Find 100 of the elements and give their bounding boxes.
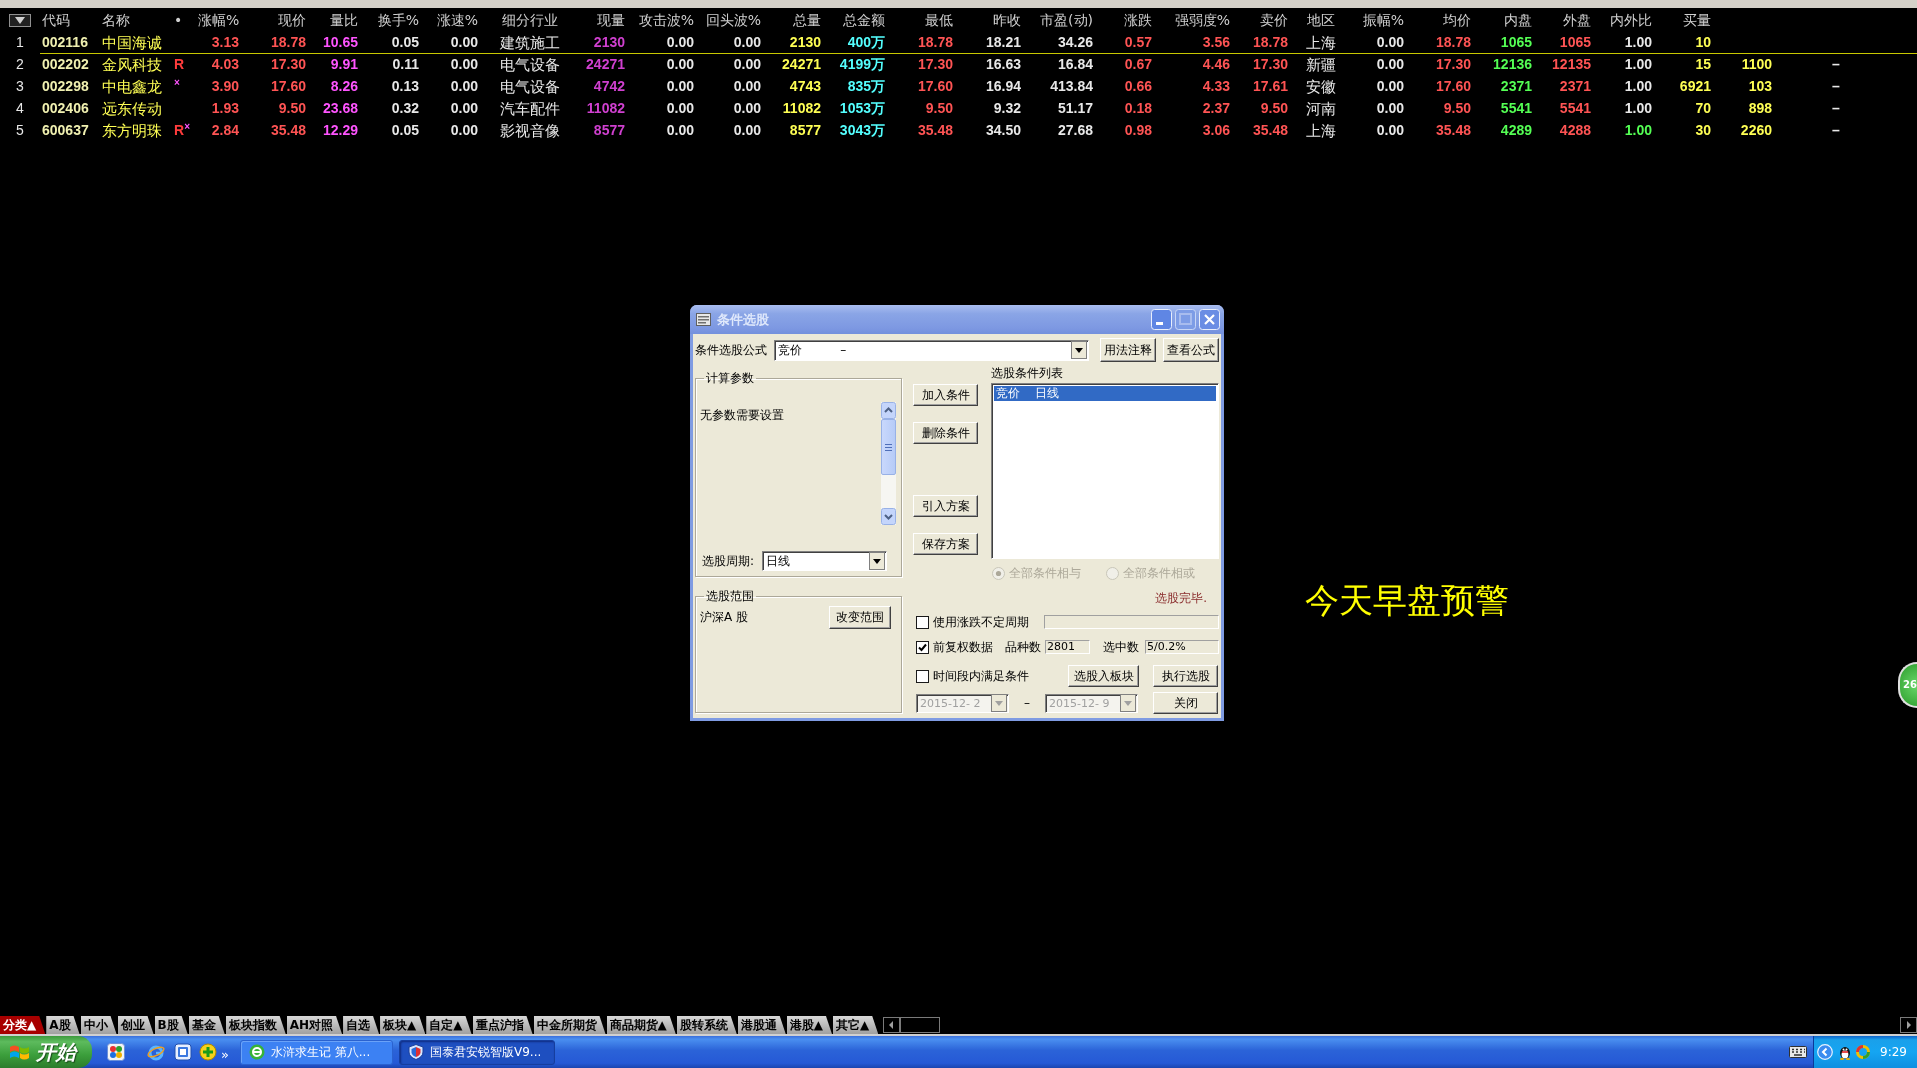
category-tab[interactable]: 自选	[343, 1016, 380, 1034]
dialog-button[interactable]: 引入方案	[913, 495, 978, 517]
scroll-up-button[interactable]	[881, 402, 896, 419]
column-header[interactable]: 量比	[308, 8, 360, 32]
column-header[interactable]: 强弱度%	[1154, 8, 1232, 32]
column-header[interactable]: 昨收	[955, 8, 1023, 32]
column-header[interactable]: 卖价	[1232, 8, 1290, 32]
category-tab[interactable]: B股	[154, 1016, 188, 1034]
column-header[interactable]: 名称	[100, 8, 172, 32]
more-button[interactable]: »	[221, 1047, 229, 1062]
column-header[interactable]: 回头波%	[696, 8, 763, 32]
category-tab[interactable]: 商品期货▲	[606, 1016, 676, 1034]
column-header[interactable]: 现量	[580, 8, 627, 32]
count-field: 2801	[1045, 640, 1090, 654]
list-label: 选股条件列表	[991, 366, 1064, 382]
table-row[interactable]: 3 002298 中电鑫龙 $^{×}$ 3.90 17.60 8.26 0.13 0.00 电气设备 4742 0.00 0.00 4743 835万 17.60 16.94 413.84 0.66 4.33 17.61 安徽 0.00 17.60 2371 2371 1.00 6921 103 –	[0, 76, 1917, 98]
dialog-button[interactable]: 改变范围	[829, 605, 891, 629]
column-header[interactable]: 地区	[1290, 8, 1352, 32]
ring-orbit-icon[interactable]	[147, 1043, 165, 1061]
scroll-down-button[interactable]	[881, 508, 896, 525]
scroll-left-button[interactable]	[883, 1017, 901, 1033]
period-combo[interactable]: 日线	[762, 551, 887, 571]
column-header[interactable]: 总量	[763, 8, 823, 32]
category-tab[interactable]: 分类▲	[0, 1016, 46, 1034]
table-cell-text: 12.29	[321, 121, 359, 140]
column-header[interactable]: 换手%	[360, 8, 421, 32]
column-header[interactable]: 攻击波%	[627, 8, 696, 32]
table-row[interactable]: 4 002406 远东传动 1.93 9.50 23.68 0.32 0.00 汽车配件 11082 0.00 0.00 11082 1053万 9.50 9.32 51.17 0.18 2.37 9.50 河南 0.00 9.50 5541 5541 1.00 70 898 –	[0, 98, 1917, 120]
column-header[interactable]: 振幅%	[1352, 8, 1406, 32]
table-row[interactable]: 2 002202 金风科技 R 4.03 17.30 9.91 0.11 0.00 电气设备 24271 0.00 0.00 24271 4199万 17.30 16.63 16.84 0.67 4.46 17.30 新疆 0.00 17.30 12136 12135 1.00 15 1100 –	[0, 54, 1917, 76]
table-cell-text: 103	[1747, 77, 1773, 96]
window-tile-icon[interactable]	[174, 1043, 192, 1061]
dialog-button[interactable]: 执行选股	[1153, 665, 1218, 687]
dialog-button[interactable]: 保存方案	[913, 533, 978, 555]
category-tab[interactable]: 港股▲	[786, 1016, 832, 1034]
table-cell-text: 413.84	[1049, 77, 1094, 96]
column-header[interactable]: 涨跌	[1095, 8, 1154, 32]
taskbar-button[interactable]: 国泰君安锐智版V9...	[398, 1039, 555, 1065]
dialog-button[interactable]: 加入条件	[913, 384, 978, 406]
column-header[interactable]: 总金额	[823, 8, 887, 32]
period-days-field[interactable]	[1044, 615, 1219, 629]
table-cell-text: 0.00	[449, 33, 479, 52]
colored-dots-icon[interactable]	[107, 1043, 125, 1061]
category-tab[interactable]: 创业	[117, 1016, 154, 1034]
category-tab[interactable]: A股	[46, 1016, 80, 1034]
category-tab[interactable]: 自定▲	[426, 1016, 472, 1034]
dialog-button[interactable]: 查看公式	[1163, 338, 1219, 362]
column-header[interactable]: 代码	[40, 8, 100, 32]
scrollbar-thumb[interactable]	[881, 419, 896, 475]
category-tab[interactable]: 股转系统	[676, 1016, 737, 1034]
clock-text: 9:29	[1880, 1045, 1907, 1059]
dialog-button[interactable]: 删除条件	[913, 422, 978, 444]
column-header[interactable]: 内外比	[1593, 8, 1654, 32]
plus-circle-icon[interactable]	[199, 1043, 217, 1061]
column-header[interactable]: 内盘	[1473, 8, 1534, 32]
column-menu-button[interactable]	[9, 13, 31, 27]
list-item[interactable]: 竞价 日线	[994, 386, 1216, 401]
table-row[interactable]: 5 600637 东方明珠 R$^{×}$ 2.84 35.48 12.29 0.05 0.00 影视音像 8577 0.00 0.00 8577 3043万 35.48 34.50 27.68 0.98 3.06 35.48 上海 0.00 35.48 4289 4288 1.00 30 2260 –	[0, 120, 1917, 142]
scroll-right-button[interactable]	[1900, 1017, 1917, 1033]
minimize-button[interactable]	[1151, 309, 1172, 330]
column-header[interactable]: 涨速%	[421, 8, 480, 32]
column-header[interactable]: 市盈(动)	[1023, 8, 1095, 32]
table-cell-text: 18.21	[984, 33, 1022, 52]
column-header[interactable]: 最低	[887, 8, 955, 32]
table-cell-text: 8577	[592, 121, 626, 140]
table-cell-text: 1100	[1740, 55, 1773, 74]
table-cell-text: 70	[1694, 99, 1712, 118]
dialog-button[interactable]: 关闭	[1153, 692, 1218, 714]
dialog-button[interactable]: 选股入板块	[1068, 665, 1139, 687]
checkbox[interactable]	[916, 640, 929, 654]
category-tab[interactable]: 重点沪指	[472, 1016, 533, 1034]
column-header[interactable]: 涨幅%	[196, 8, 241, 32]
column-header[interactable]: 外盘	[1534, 8, 1593, 32]
category-tab[interactable]: 港股通	[737, 1016, 786, 1034]
column-header[interactable]: 均价	[1406, 8, 1473, 32]
close-button[interactable]	[1199, 309, 1220, 330]
category-tab[interactable]: 中小	[80, 1016, 117, 1034]
category-tab[interactable]: 板块▲	[380, 1016, 426, 1034]
checkbox[interactable]	[916, 669, 929, 683]
penguin-icon[interactable]	[1837, 1044, 1853, 1060]
category-tab[interactable]: 其它▲	[832, 1016, 879, 1034]
category-tab[interactable]: 基金	[188, 1016, 225, 1034]
column-header[interactable]: •	[172, 8, 196, 32]
category-tab[interactable]: AH对照	[286, 1016, 343, 1034]
scrollbar-thumb[interactable]	[900, 1017, 941, 1033]
scrollbar-track[interactable]	[881, 402, 896, 525]
checkbox[interactable]	[916, 615, 929, 629]
formula-combo[interactable]: 竞价 –	[774, 339, 1089, 361]
category-tab[interactable]: 板块指数	[225, 1016, 286, 1034]
taskbar-button[interactable]: 水浒求生记 第八...	[239, 1039, 393, 1065]
table-cell-text: 0.18	[1123, 99, 1153, 118]
column-header[interactable]: 细分行业	[480, 8, 580, 32]
info-text: 无参数需要设置	[700, 407, 785, 424]
table-cell-text: 0.00	[665, 33, 695, 52]
category-tab[interactable]: 中金所期货	[533, 1016, 606, 1034]
column-header[interactable]: 现价	[241, 8, 308, 32]
keyboard-icon[interactable]	[1789, 1046, 1807, 1058]
dialog-button[interactable]: 用法注释	[1100, 338, 1156, 362]
table-cell-text: 0.05	[390, 121, 420, 140]
column-header[interactable]: 买量	[1654, 8, 1713, 32]
